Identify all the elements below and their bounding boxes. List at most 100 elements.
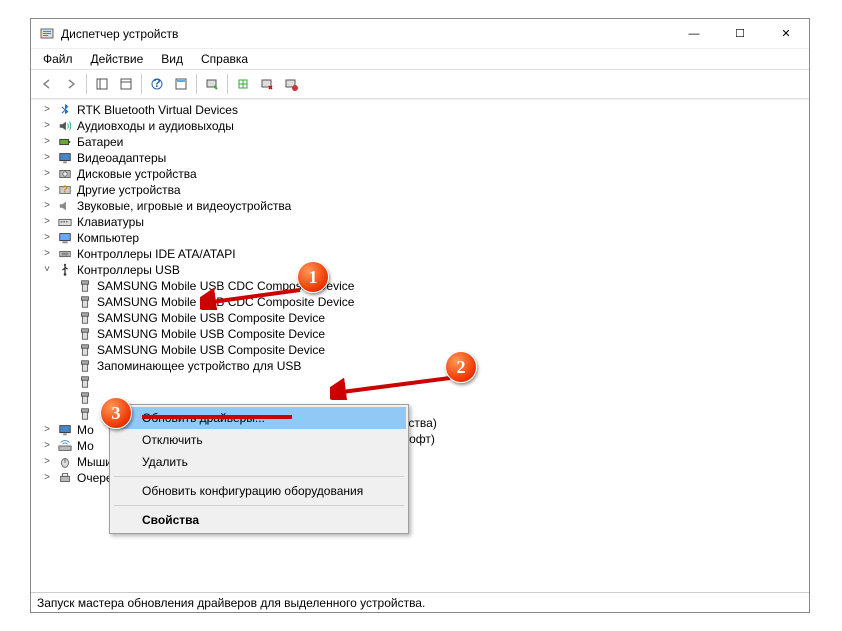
- printer-icon: [57, 470, 73, 486]
- usb-dev-icon: [77, 390, 93, 406]
- ctx-properties[interactable]: Свойства: [112, 509, 406, 531]
- expand-icon[interactable]: >: [41, 470, 53, 486]
- tree-item[interactable]: > Компьютер: [31, 230, 809, 246]
- menu-file[interactable]: Файл: [35, 50, 81, 68]
- tree-item-label: RTK Bluetooth Virtual Devices: [77, 103, 238, 117]
- separator: [114, 505, 404, 506]
- tree-item-label: Дисковые устройства: [77, 167, 197, 181]
- expand-icon[interactable]: >: [41, 246, 53, 262]
- disable-button[interactable]: [255, 72, 279, 96]
- usb-dev-icon: [77, 374, 93, 390]
- expand-icon[interactable]: >: [41, 102, 53, 118]
- separator: [114, 476, 404, 477]
- toolbar: ?: [31, 69, 809, 99]
- scan-button[interactable]: [200, 72, 224, 96]
- tree-item[interactable]: > Клавиатуры: [31, 214, 809, 230]
- uninstall-button[interactable]: [279, 72, 303, 96]
- tree-item[interactable]: [31, 374, 809, 390]
- expand-icon[interactable]: >: [41, 214, 53, 230]
- tree-item[interactable]: > RTK Bluetooth Virtual Devices: [31, 102, 809, 118]
- menu-help[interactable]: Справка: [193, 50, 256, 68]
- tree-item[interactable]: > Другие устройства: [31, 182, 809, 198]
- tree-item[interactable]: > Видеоадаптеры: [31, 150, 809, 166]
- modem-icon: [57, 438, 73, 454]
- maximize-button[interactable]: ☐: [717, 19, 763, 49]
- display-icon: [57, 150, 73, 166]
- help-button[interactable]: ?: [145, 72, 169, 96]
- svg-text:?: ?: [153, 77, 160, 90]
- context-menu: Обновить драйверы... Отключить Удалить О…: [109, 404, 409, 534]
- menu-action[interactable]: Действие: [83, 50, 152, 68]
- expand-icon[interactable]: >: [41, 230, 53, 246]
- properties-button[interactable]: [169, 72, 193, 96]
- minimize-button[interactable]: —: [671, 19, 717, 49]
- tree-item[interactable]: SAMSUNG Mobile USB Composite Device: [31, 310, 809, 326]
- tree-item-label: SAMSUNG Mobile USB CDC Composite Device: [97, 295, 354, 309]
- tree-item-label: Аудиовходы и аудиовыходы: [77, 119, 234, 133]
- tree-item[interactable]: >Батареи: [31, 134, 809, 150]
- unknown-icon: [57, 182, 73, 198]
- titlebar: Диспетчер устройств — ☐ ✕: [31, 19, 809, 49]
- usb-icon: [57, 262, 73, 278]
- tree-item-label: Контроллеры IDE ATA/ATAPI: [77, 247, 236, 261]
- tree-item-label: Запоминающее устройство для USB: [97, 359, 301, 373]
- separator: [227, 74, 228, 94]
- tree-item[interactable]: SAMSUNG Mobile USB Composite Device: [31, 342, 809, 358]
- expand-icon[interactable]: >: [41, 118, 53, 134]
- tree-item-label: Контроллеры USB: [77, 263, 180, 277]
- expand-icon[interactable]: >: [41, 182, 53, 198]
- mouse-icon: [57, 454, 73, 470]
- update-driver-button[interactable]: [231, 72, 255, 96]
- close-button[interactable]: ✕: [763, 19, 809, 49]
- ctx-refresh[interactable]: Обновить конфигурацию оборудования: [112, 480, 406, 502]
- expand-icon[interactable]: ˅: [41, 262, 53, 278]
- ide-icon: [57, 246, 73, 262]
- expand-icon[interactable]: >: [41, 438, 53, 454]
- tree-item-label: Клавиатуры: [77, 215, 144, 229]
- menu-view[interactable]: Вид: [153, 50, 191, 68]
- expand-icon[interactable]: >: [41, 198, 53, 214]
- tree-item-label: SAMSUNG Mobile USB Composite Device: [97, 327, 325, 341]
- usb-dev-icon: [77, 342, 93, 358]
- tree-item[interactable]: > Контроллеры IDE ATA/ATAPI: [31, 246, 809, 262]
- expand-icon[interactable]: >: [41, 422, 53, 438]
- ctx-disable[interactable]: Отключить: [112, 429, 406, 451]
- tree-item[interactable]: > Звуковые, игровые и видеоустройства: [31, 198, 809, 214]
- tree-item-label: SAMSUNG Mobile USB Composite Device: [97, 343, 325, 357]
- tree-item-label: Мо: [77, 423, 94, 437]
- separator: [196, 74, 197, 94]
- tree-item-label: Компьютер: [77, 231, 139, 245]
- forward-button[interactable]: [59, 72, 83, 96]
- tree-item-label: SAMSUNG Mobile USB Composite Device: [97, 311, 325, 325]
- usb-dev-icon: [77, 406, 93, 422]
- menubar: Файл Действие Вид Справка: [31, 49, 809, 69]
- back-button[interactable]: [35, 72, 59, 96]
- show-hide-tree-button[interactable]: [90, 72, 114, 96]
- expand-icon[interactable]: >: [41, 454, 53, 470]
- usb-dev-icon: [77, 326, 93, 342]
- computer-icon: [57, 230, 73, 246]
- expand-icon[interactable]: >: [41, 134, 53, 150]
- expand-icon[interactable]: >: [41, 150, 53, 166]
- tree-item[interactable]: SAMSUNG Mobile USB CDC Composite Device: [31, 294, 809, 310]
- tree-item-label: Видеоадаптеры: [77, 151, 166, 165]
- tree-item[interactable]: > Аудиовходы и аудиовыходы: [31, 118, 809, 134]
- expand-icon[interactable]: >: [41, 166, 53, 182]
- tree-item[interactable]: > Дисковые устройства: [31, 166, 809, 182]
- usb-dev-icon: [77, 358, 93, 374]
- tree-item-label: Звуковые, игровые и видеоустройства: [77, 199, 291, 213]
- disk-icon: [57, 166, 73, 182]
- ctx-update-drivers[interactable]: Обновить драйверы...: [112, 407, 406, 429]
- tree-item[interactable]: SAMSUNG Mobile USB CDC Composite Device: [31, 278, 809, 294]
- marker-3: 3: [100, 397, 132, 429]
- marker-1: 1: [297, 261, 329, 293]
- view-button[interactable]: [114, 72, 138, 96]
- tree-item-label: Другие устройства: [77, 183, 181, 197]
- tree-item[interactable]: ˅ Контроллеры USB: [31, 262, 809, 278]
- ctx-delete[interactable]: Удалить: [112, 451, 406, 473]
- tree-item[interactable]: SAMSUNG Mobile USB Composite Device: [31, 326, 809, 342]
- tree-item[interactable]: Запоминающее устройство для USB: [31, 358, 809, 374]
- marker-2: 2: [445, 351, 477, 383]
- keyboard-icon: [57, 214, 73, 230]
- app-icon: [39, 26, 55, 42]
